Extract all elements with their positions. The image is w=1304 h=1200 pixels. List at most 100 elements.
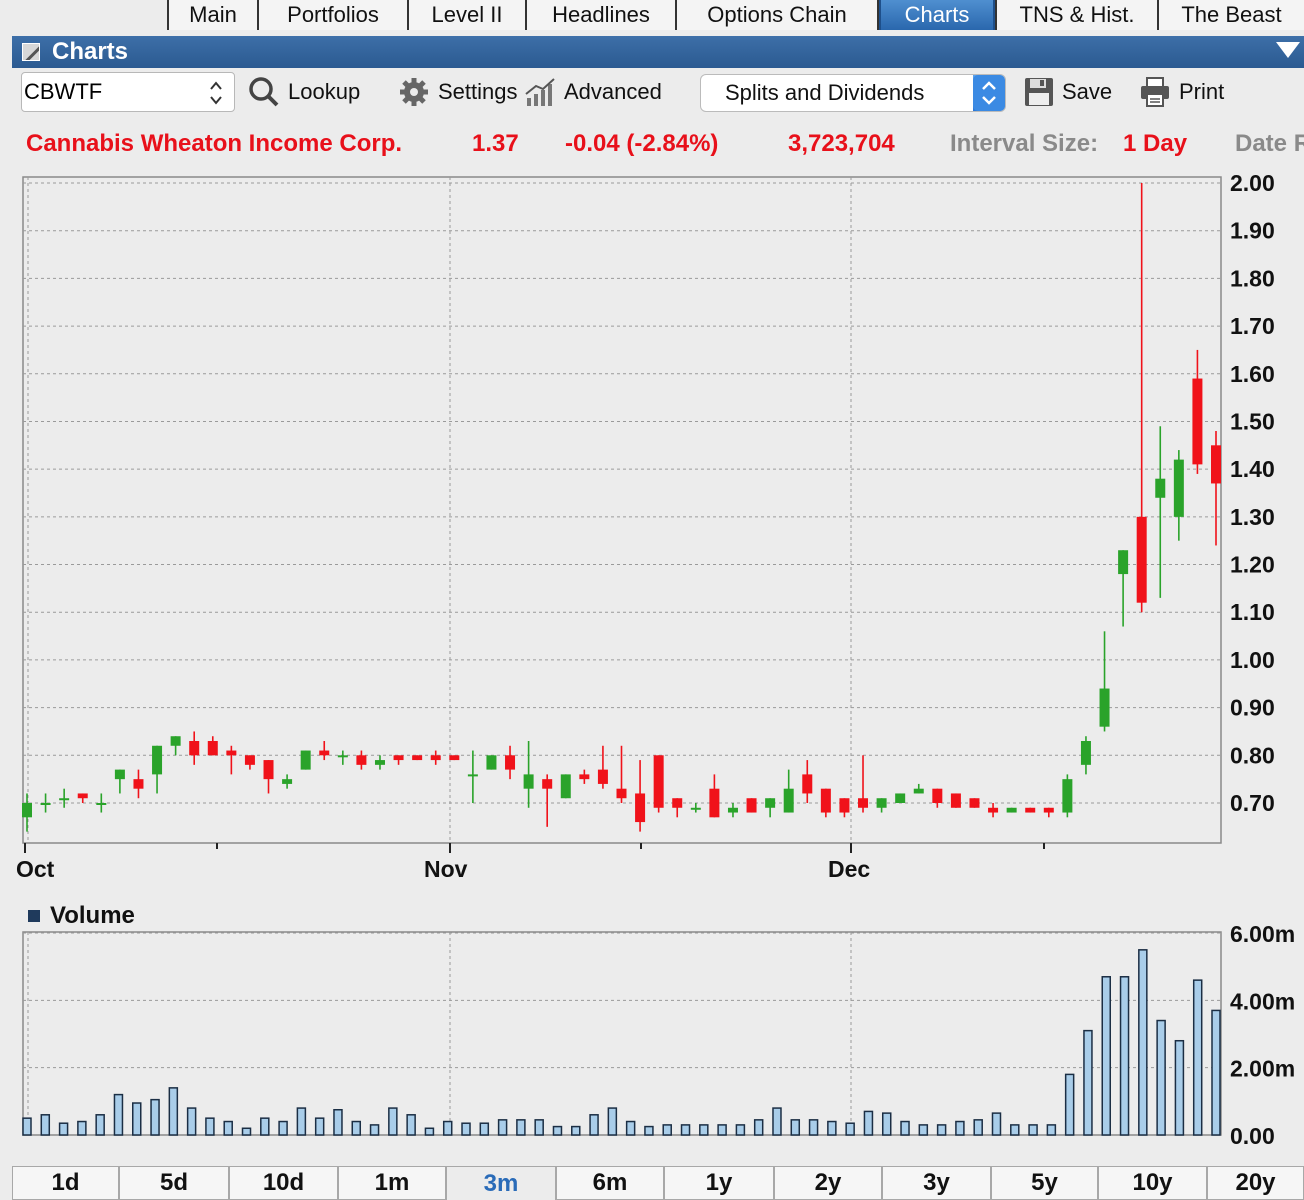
y-tick-label: 0.70: [1230, 790, 1275, 816]
price-candlestick-chart[interactable]: 0.70 0.80 0.90 1.00 1.10 1.20 1.30 1.40 1.50 1.60…: [0, 170, 1304, 890]
range-tab-1y[interactable]: 1y: [664, 1166, 774, 1200]
printer-icon: [1141, 77, 1169, 107]
volume-bar: [442, 1120, 453, 1136]
volume-bar-chart[interactable]: 0.00 2.00m 4.00m 6.00m: [0, 924, 1304, 1160]
tab-level-ii[interactable]: Level II: [407, 0, 527, 30]
tab-tns-hist[interactable]: TNS & Hist.: [995, 0, 1159, 30]
top-nav-tabs: Main Portfolios Level II Headlines Optio…: [0, 0, 1304, 34]
candle-body: [802, 774, 813, 794]
print-label: Print: [1179, 79, 1225, 104]
settings-label: Settings: [438, 79, 518, 104]
range-tab-1m[interactable]: 1m: [338, 1166, 446, 1200]
candle-body: [207, 741, 218, 756]
volume-bar: [918, 1124, 929, 1136]
lookup-button[interactable]: Lookup: [248, 76, 360, 108]
candle-body: [709, 788, 720, 818]
range-tab-6m[interactable]: 6m: [556, 1166, 664, 1200]
symbol-input[interactable]: [24, 77, 194, 107]
floppy-disk-icon: [1025, 78, 1053, 106]
volume-bar: [223, 1120, 233, 1136]
volume-bar: [388, 1107, 398, 1136]
last-price: 1.37: [472, 130, 519, 157]
x-tick-label: Nov: [424, 856, 468, 882]
candle-body: [374, 760, 385, 765]
save-label: Save: [1062, 79, 1113, 104]
bar-chart-icon: [525, 78, 555, 106]
volume-bar: [625, 1120, 636, 1136]
tab-portfolios[interactable]: Portfolios: [257, 0, 409, 30]
candle-body: [950, 793, 961, 808]
splits-dividends-select[interactable]: Splits and Dividends: [700, 74, 1006, 112]
candle-body: [653, 755, 664, 808]
volume-bar: [95, 1114, 105, 1136]
tab-the-beast[interactable]: The Beast: [1157, 0, 1304, 30]
volume-bar: [900, 1120, 910, 1136]
volume-bar: [113, 1093, 124, 1136]
advanced-button[interactable]: Advanced: [524, 76, 662, 108]
candle-body: [839, 798, 850, 813]
volume-bar: [790, 1119, 801, 1136]
candle-body: [876, 798, 887, 808]
interval-value[interactable]: 1 Day: [1123, 130, 1187, 158]
y-tick-label: 0.80: [1230, 742, 1275, 768]
volume-bar: [278, 1120, 288, 1136]
tab-label: Charts: [904, 2, 970, 27]
volume-bar: [77, 1120, 87, 1136]
volume-bar: [314, 1117, 325, 1136]
candle-body: [22, 803, 32, 818]
volume-bar: [461, 1122, 471, 1136]
save-button[interactable]: Save: [1024, 76, 1112, 108]
range-tab-20y[interactable]: 20y: [1207, 1166, 1304, 1200]
tab-charts[interactable]: Charts: [879, 0, 995, 30]
tab-headlines[interactable]: Headlines: [525, 0, 677, 30]
tab-options-chain[interactable]: Options Chain: [675, 0, 879, 30]
volume-legend-swatch: [28, 910, 40, 922]
volume-bar: [296, 1107, 307, 1136]
volume-bar: [1211, 1009, 1221, 1136]
volume-bar: [699, 1124, 709, 1136]
app-window: Main Portfolios Level II Headlines Optio…: [0, 0, 1304, 1200]
volume-bar: [479, 1122, 490, 1136]
volume-bar: [1064, 1073, 1075, 1136]
range-tab-5y[interactable]: 5y: [991, 1166, 1098, 1200]
candle-body: [1080, 741, 1091, 765]
settings-button[interactable]: Settings: [398, 76, 518, 108]
volume-value: 3,723,704: [788, 130, 895, 157]
y-tick-label: 1.40: [1230, 456, 1275, 482]
range-tab-3m[interactable]: 3m: [446, 1166, 556, 1200]
range-tab-2y[interactable]: 2y: [774, 1166, 882, 1200]
candle-body: [1099, 688, 1110, 727]
date-range-label[interactable]: Date R: [1235, 130, 1304, 158]
candle-body: [672, 798, 683, 808]
volume-bar: [1156, 1019, 1166, 1136]
volume-bar: [1192, 979, 1203, 1136]
range-tab-3y[interactable]: 3y: [882, 1166, 991, 1200]
volume-plot-area: [22, 931, 1222, 1136]
print-button[interactable]: Print: [1139, 76, 1224, 108]
volume-bar: [534, 1119, 544, 1136]
tab-label: Headlines: [552, 2, 650, 27]
volume-bar: [955, 1120, 965, 1136]
volume-bar: [1174, 1039, 1185, 1136]
candle-body: [449, 755, 460, 761]
volume-bar: [241, 1127, 252, 1136]
symbol-selector[interactable]: [21, 72, 235, 112]
y-tick-label: 1.90: [1230, 218, 1275, 244]
candle-body: [96, 803, 107, 805]
tab-label: The Beast: [1181, 2, 1282, 27]
splits-selected-value: Splits and Dividends: [725, 80, 925, 105]
candle-body: [393, 755, 404, 761]
collapse-triangle-icon[interactable]: [1276, 42, 1300, 58]
stepper-arrows-icon[interactable]: [208, 79, 224, 107]
candle-body: [77, 793, 88, 799]
candle-body: [226, 750, 237, 756]
tab-label: TNS & Hist.: [1019, 2, 1135, 27]
range-tab-5d[interactable]: 5d: [119, 1166, 229, 1200]
volume-bar: [936, 1124, 947, 1136]
range-tab-1d[interactable]: 1d: [12, 1166, 119, 1200]
tab-main[interactable]: Main: [167, 0, 259, 30]
y-tick-label: 1.00: [1230, 647, 1275, 673]
candle-body: [467, 774, 478, 777]
range-tab-10d[interactable]: 10d: [229, 1166, 338, 1200]
range-tab-10y[interactable]: 10y: [1098, 1166, 1207, 1200]
